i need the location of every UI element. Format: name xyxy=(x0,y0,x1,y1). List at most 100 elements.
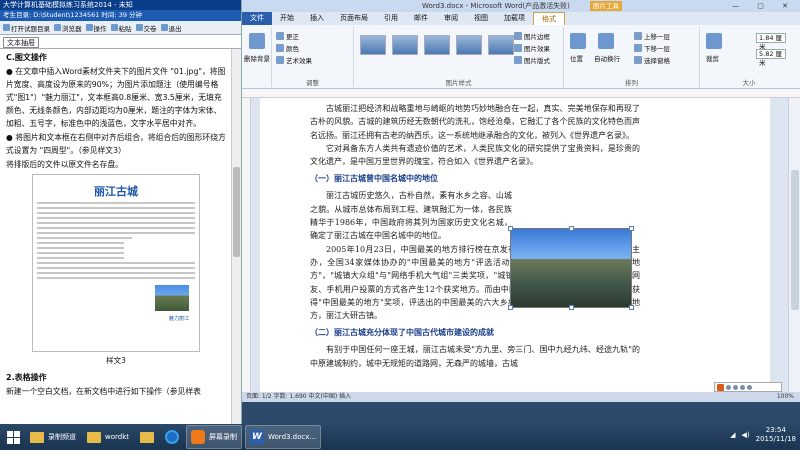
exam-content: C.图文操作 ● 在文章中插入Word素材文件夹下的图片文件 "01.jpg"，… xyxy=(0,49,232,424)
window-controls[interactable]: — ▢ ✕ xyxy=(732,0,796,12)
section-heading[interactable]: （一）丽江古城曾中国名城中的地位 xyxy=(310,171,640,186)
instruction-text: ● 将图片和文本框在右侧中对齐后组合，将组合后的图形环绕方式设置为 "四周型"。… xyxy=(6,133,226,155)
ime-dot-icon xyxy=(740,384,745,390)
section-heading[interactable]: （二）丽江古城充分体现了中国古代城市建设的成就 xyxy=(310,325,640,340)
document-scrollbar[interactable] xyxy=(788,98,800,392)
volume-icon[interactable]: ◀) xyxy=(742,431,750,439)
taskbar-item[interactable] xyxy=(136,425,158,449)
taskbar-item[interactable]: wordkt xyxy=(83,425,133,449)
wrap-text-icon xyxy=(598,33,614,49)
instruction-text: 新建一个空白文档，在新文档中进行如下操作（参见样表 xyxy=(6,387,201,396)
width-input[interactable]: 5.82 厘米 xyxy=(756,49,786,67)
picture-style[interactable] xyxy=(392,35,418,55)
exit-button[interactable]: 退出 xyxy=(160,23,182,33)
tab-format[interactable]: 格式 xyxy=(533,12,565,25)
tab-insert[interactable]: 插入 xyxy=(302,12,332,25)
scroll-thumb[interactable] xyxy=(791,170,799,310)
wrap-text-button[interactable]: 自动换行 xyxy=(594,53,620,63)
resize-handle[interactable] xyxy=(508,305,513,310)
resize-handle[interactable] xyxy=(508,226,513,231)
selection-pane-button[interactable]: 选择窗格 xyxy=(634,55,670,65)
resize-handle[interactable] xyxy=(569,226,574,231)
preview-image xyxy=(155,285,189,311)
body-paragraph[interactable]: 古城丽江把经济和战略重地与崎岖的地势巧妙地融合在一起，真实、完美地保存和再现了古… xyxy=(310,102,640,142)
instruction-text: 将排版后的文件以原文件名存盘。 xyxy=(6,160,123,169)
operate-button[interactable]: 操作 xyxy=(85,23,107,33)
selected-picture[interactable] xyxy=(508,226,634,310)
color-button[interactable]: 颜色 xyxy=(276,43,299,53)
artistic-effects-button[interactable]: 艺术效果 xyxy=(276,55,312,65)
picture-tools-label: 图片工具 xyxy=(590,1,622,11)
network-icon[interactable]: ◢ xyxy=(730,431,735,439)
start-button[interactable] xyxy=(0,424,26,450)
bring-forward-button[interactable]: 上移一层 xyxy=(634,31,670,41)
crop-button[interactable]: 裁剪 xyxy=(706,53,719,63)
sample-preview: 丽江古城 魅力丽江 xyxy=(32,174,200,352)
clock[interactable]: 23:54 2015/11/18 xyxy=(756,426,796,444)
ime-dot-icon xyxy=(726,384,731,390)
submit-icon xyxy=(135,24,143,31)
ime-dot-icon xyxy=(733,384,738,390)
resize-handle[interactable] xyxy=(569,305,574,310)
tab-view[interactable]: 视图 xyxy=(466,12,496,25)
taskbar-item[interactable]: 屏幕录制 xyxy=(186,425,243,449)
corrections-button[interactable]: 更正 xyxy=(276,31,299,41)
remove-background-button[interactable]: 删除背景 xyxy=(244,53,270,63)
status-bar: 页面: 1/2 字数: 1,690 中文(中国) 插入 100% xyxy=(242,392,800,402)
send-backward-button[interactable]: 下移一层 xyxy=(634,43,670,53)
height-input[interactable]: 1.84 厘米 xyxy=(756,33,786,51)
word-title-bar: Word3.docx - Microsoft Word(产品激活失败) 图片工具… xyxy=(242,0,800,12)
tab-home[interactable]: 开始 xyxy=(272,12,302,25)
open-folder-button[interactable]: 打开试题目录 xyxy=(3,23,50,33)
resize-handle[interactable] xyxy=(629,226,634,231)
picture-styles-group: 图片边框 图片效果 图片版式 图片样式 xyxy=(354,27,564,87)
position-button[interactable]: 位置 xyxy=(570,53,583,63)
submit-button[interactable]: 交卷 xyxy=(135,23,157,33)
scroll-thumb[interactable] xyxy=(233,167,240,257)
tab-mailings[interactable]: 邮件 xyxy=(406,12,436,25)
document-page[interactable]: 古城丽江把经济和战略重地与崎岖的地势巧妙地融合在一起，真实、完美地保存和再现了古… xyxy=(260,98,770,392)
tab-layout[interactable]: 页面布局 xyxy=(332,12,376,25)
exit-icon xyxy=(160,24,168,31)
zoom-level[interactable]: 100% xyxy=(777,392,794,402)
picture-style[interactable] xyxy=(360,35,386,55)
system-tray: ◢ ◀) 23:54 2015/11/18 xyxy=(730,426,796,444)
folder-icon xyxy=(140,431,155,443)
picture-style[interactable] xyxy=(488,35,514,55)
crop-icon xyxy=(706,33,722,49)
word-icon: W xyxy=(250,430,265,444)
body-paragraph[interactable]: 有别于中国任何一座王城，丽江古城未受"方九里、旁三门、国中九经九纬、经途九轨"的… xyxy=(310,343,640,370)
picture-layout-button[interactable]: 图片版式 xyxy=(514,55,550,65)
color-icon xyxy=(276,44,284,52)
selection-pane-icon xyxy=(634,56,642,64)
taskbar-item[interactable] xyxy=(161,425,183,449)
border-icon xyxy=(514,32,522,40)
screen-recorder-icon xyxy=(191,430,206,444)
text-drawer-tab[interactable]: 文本抽屉 xyxy=(3,37,39,48)
ime-toolbar[interactable] xyxy=(714,382,782,392)
exam-scrollbar[interactable] xyxy=(231,49,241,424)
taskbar: 录制频道 wordkt 屏幕录制 W Word3.docx... ◢ ◀) 23:… xyxy=(0,424,800,450)
tab-addins[interactable]: 加载项 xyxy=(496,12,533,25)
tab-references[interactable]: 引用 xyxy=(376,12,406,25)
picture-style[interactable] xyxy=(456,35,482,55)
taskbar-item[interactable]: W Word3.docx... xyxy=(245,425,322,449)
operate-icon xyxy=(85,24,93,31)
browser-button[interactable]: 浏览器 xyxy=(54,23,82,33)
bring-forward-icon xyxy=(634,32,642,40)
picture-style[interactable] xyxy=(424,35,450,55)
picture-border-button[interactable]: 图片边框 xyxy=(514,31,550,41)
word-window: Word3.docx - Microsoft Word(产品激活失败) 图片工具… xyxy=(242,0,800,424)
tab-file[interactable]: 文件 xyxy=(242,12,272,25)
resize-handle[interactable] xyxy=(629,305,634,310)
browser-icon xyxy=(54,24,61,31)
body-paragraph[interactable]: 它对具备东方人类共有遗迹价值的艺术，人类民族文化的研究提供了宝贵资料，是珍贵的文… xyxy=(310,142,640,169)
send-backward-icon xyxy=(634,44,642,52)
tab-review[interactable]: 审阅 xyxy=(436,12,466,25)
instruction-text: ● 在文章中插入Word素材文件夹下的图片文件 "01.jpg"，将图片宽度、高… xyxy=(6,67,226,128)
taskbar-item[interactable]: 录制频道 xyxy=(26,425,80,449)
picture-effects-button[interactable]: 图片效果 xyxy=(514,43,550,53)
paste-button[interactable]: 粘贴 xyxy=(110,23,132,33)
folder-icon xyxy=(87,431,101,443)
remove-bg-group: 删除背景 xyxy=(242,27,272,87)
